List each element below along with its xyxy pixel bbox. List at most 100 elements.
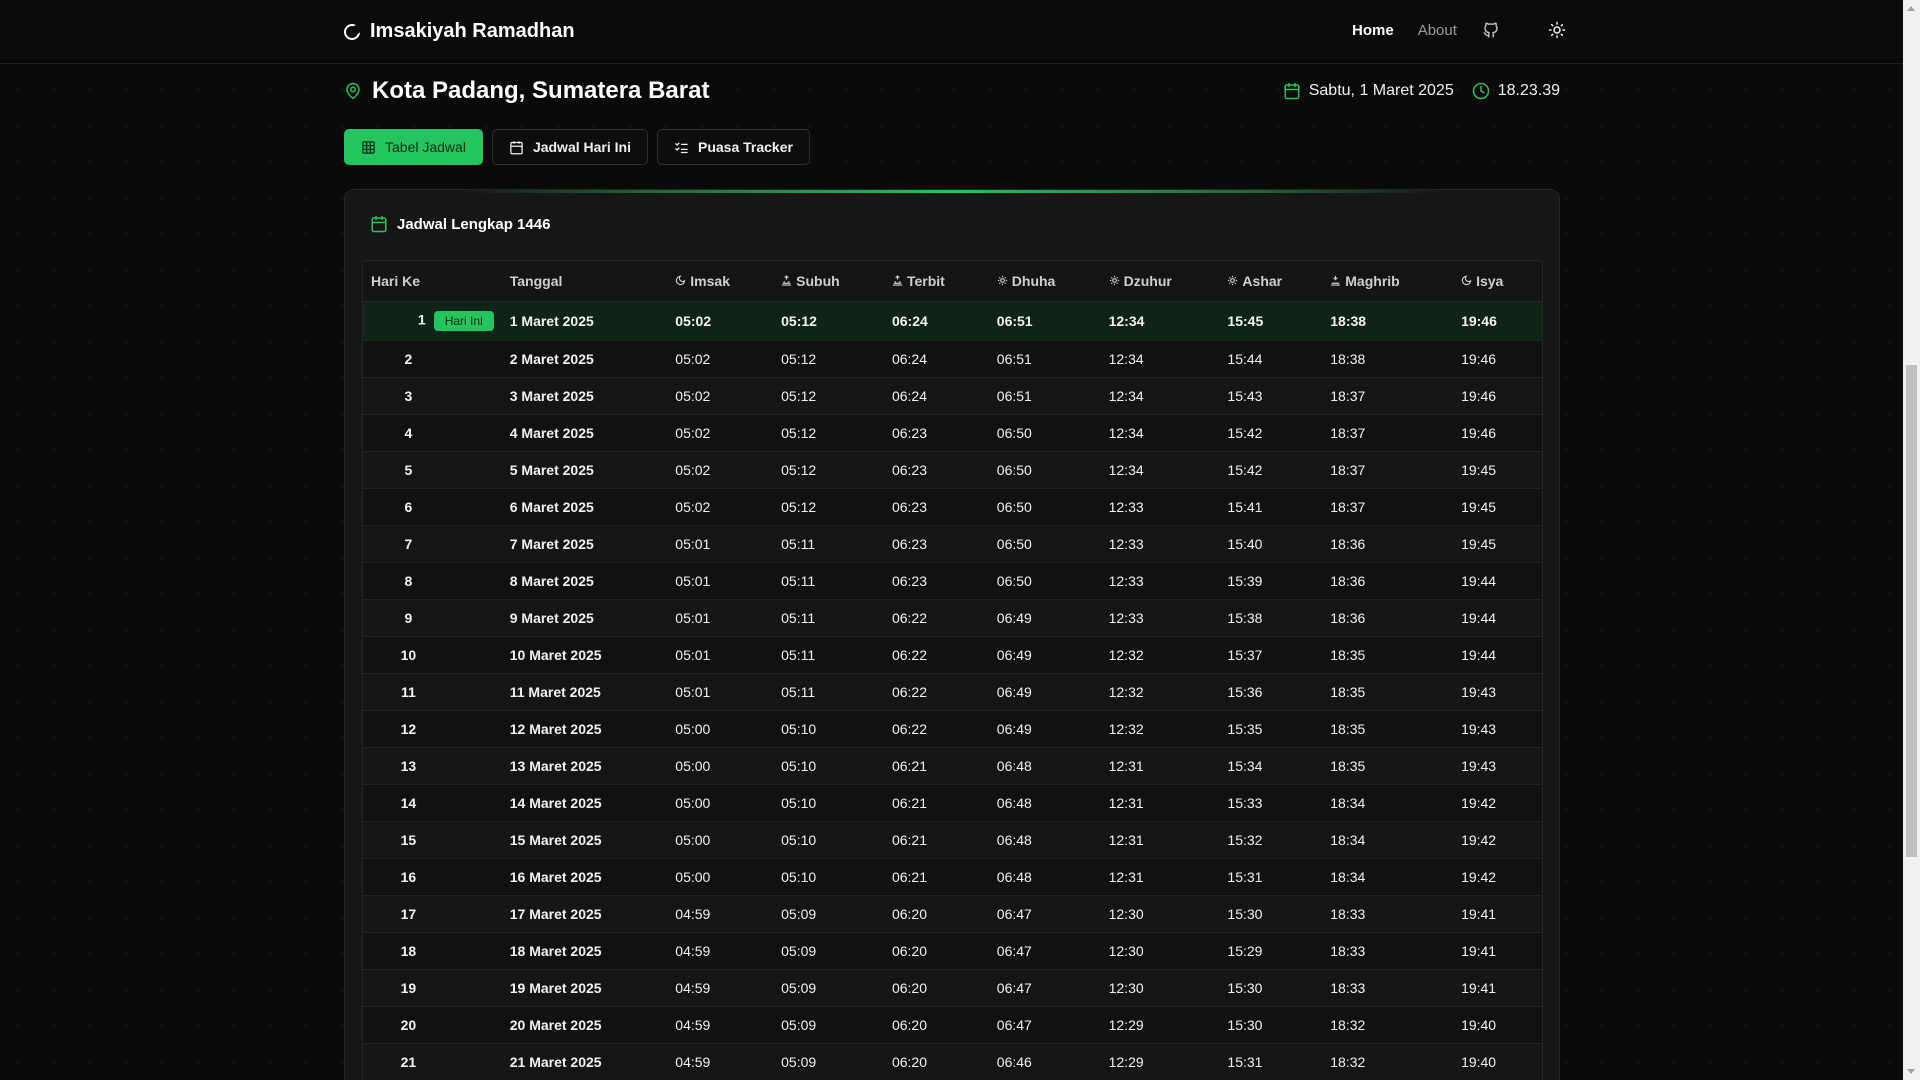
calendar-icon [510,140,523,154]
cell-date: 4 Maret 2025 [501,414,668,452]
cell-time: 15:35 [1219,710,1323,748]
cell-value: 06:51 [996,312,1033,329]
cell-value: 15:37 [1227,646,1263,663]
top-navbar: Imsakiyah Ramadhan Home About [0,0,1903,64]
view-tabs: Tabel Jadwal Jadwal Hari Ini Puasa Track… [344,129,810,165]
calendar-icon [1284,82,1300,100]
cell-time: 15:29 [1219,932,1323,970]
cell-value: 05:11 [781,683,816,700]
cell-value: 4 Maret 2025 [509,424,594,441]
brand[interactable]: Imsakiyah Ramadhan [344,20,575,43]
cell-time: 04:59 [667,932,774,970]
cell-time: 06:23 [883,414,989,452]
cell-date: 8 Maret 2025 [501,562,668,600]
cell-time: 05:12 [773,414,884,452]
cell-value: 18:33 [1330,942,1366,959]
cell-value: 18:34 [1330,868,1366,885]
tab-tabel-jadwal[interactable]: Tabel Jadwal [344,129,483,165]
today-badge: Hari Ini [433,310,494,331]
cell-date: 7 Maret 2025 [501,525,668,563]
clock-icon [1472,82,1489,100]
cell-value: 15:30 [1227,979,1263,996]
cell-time: 19:43 [1453,710,1542,748]
page-scrollbar[interactable] [1903,0,1920,1080]
cell-value: 9 Maret 2025 [509,609,594,626]
tab-jadwal-hari-ini[interactable]: Jadwal Hari Ini [491,129,648,165]
theme-toggle-sun-icon[interactable] [1547,20,1567,40]
cell-time: 19:45 [1453,488,1542,526]
cell-value: 12:34 [1108,350,1144,367]
cell-value: 18:33 [1330,979,1366,996]
cell-value: 06:50 [996,572,1032,589]
cell-value: 05:12 [781,461,817,478]
cell-time: 15:43 [1219,377,1323,415]
cell-value: 06:20 [891,942,927,959]
cell-value: 18:38 [1330,350,1366,367]
cell-value: 05:01 [675,683,711,700]
scroll-down-arrow-icon[interactable] [1907,1069,1915,1074]
cell-value: 06:24 [891,312,928,329]
cell-value: 12:32 [1108,683,1144,700]
cell-value: 06:46 [996,1053,1032,1070]
main-nav: Home About [1352,20,1567,40]
cell-value: 18:37 [1330,424,1366,441]
cell-value: 05:11 [781,572,816,589]
cell-value: 19 [400,979,417,996]
cell-time: 05:09 [773,1043,884,1080]
cell-value: 06:23 [891,424,927,441]
cell-time: 05:02 [667,301,774,341]
cell-value: 15:42 [1227,461,1263,478]
cell-time: 06:21 [883,747,989,785]
cell-time: 06:21 [883,821,989,859]
cell-time: 05:09 [773,969,884,1007]
cell-value: 05:00 [675,794,711,811]
calendar-icon [371,215,387,233]
scrollbar-thumb[interactable] [1906,365,1917,857]
cell-day: 20 [363,1006,502,1044]
cell-time: 05:01 [667,562,774,600]
cell-value: 15:38 [1227,609,1263,626]
cell-value: 1 [417,311,426,328]
cell-time: 12:33 [1100,599,1220,637]
cell-value: 18:38 [1330,312,1367,329]
cell-time: 12:31 [1100,784,1220,822]
cell-time: 12:34 [1100,301,1220,341]
cell-time: 06:50 [988,451,1101,489]
moon-icon [1461,275,1472,286]
cell-value: 12:31 [1108,868,1144,885]
cell-day: 16 [363,858,502,896]
cell-value: 12:30 [1108,979,1144,996]
cell-value: 15:30 [1227,905,1263,922]
cell-value: 12:33 [1108,498,1144,515]
cell-value: 05:12 [781,350,817,367]
cell-date: 3 Maret 2025 [501,377,668,415]
cell-value: 5 Maret 2025 [509,461,594,478]
column-header-subuh: Subuh [773,261,884,302]
tab-label: Puasa Tracker [697,139,793,155]
cell-value: 05:09 [781,1016,817,1033]
cell-value: 12:29 [1108,1016,1144,1033]
cell-value: 12:32 [1108,720,1144,737]
cell-time: 06:48 [988,858,1101,896]
cell-value: 06:48 [996,794,1032,811]
cell-time: 05:01 [667,673,774,711]
scroll-up-arrow-icon[interactable] [1907,6,1915,11]
cell-time: 18:35 [1322,673,1454,711]
cell-time: 15:38 [1219,599,1323,637]
cell-time: 06:46 [988,1043,1101,1080]
cell-value: 05:02 [675,387,711,404]
cell-value: 9 [404,609,413,626]
nav-about-link[interactable]: About [1418,22,1457,39]
schedule-table-wrapper[interactable]: Hari Ke Tanggal Imsak Subuh Terbit Dhuha Dzuhu… [362,260,1543,1080]
cell-value: 14 [400,794,417,811]
column-header-label: Ashar [1242,272,1283,289]
cell-time: 05:11 [773,673,884,711]
cell-time: 06:21 [883,784,989,822]
github-icon[interactable] [1481,20,1501,40]
cell-value: 05:00 [675,720,711,737]
cell-time: 05:02 [667,414,774,452]
cell-time: 06:50 [988,525,1101,563]
tab-puasa-tracker[interactable]: Puasa Tracker [656,129,810,165]
nav-home-link[interactable]: Home [1352,22,1394,39]
cell-value: 19:45 [1461,535,1497,552]
